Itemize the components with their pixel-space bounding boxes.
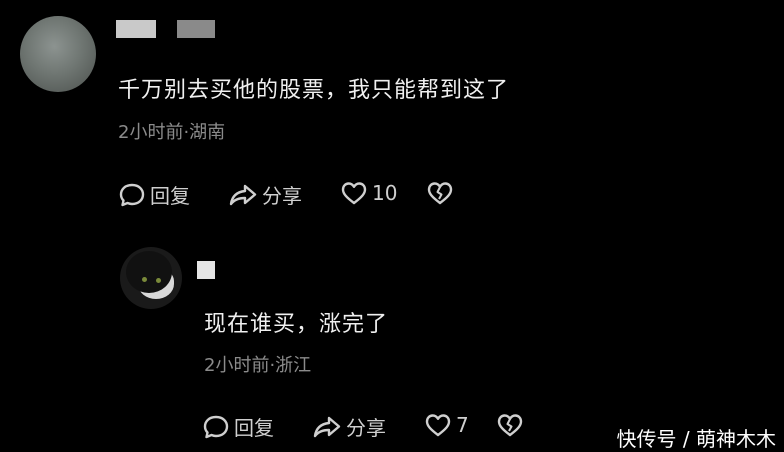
share-arrow-icon — [313, 416, 341, 437]
comment-2-username-blurred[interactable] — [197, 261, 215, 279]
comment-1-meta: 2小时前·湖南 — [118, 122, 226, 143]
heart-icon — [341, 182, 367, 205]
speech-bubble-icon — [119, 183, 145, 206]
comment-2-like-button[interactable]: 7 — [424, 412, 469, 438]
comment-2-share-label: 分享 — [346, 416, 386, 440]
watermark: 快传号 / 萌神木木 — [616, 427, 776, 451]
comment-2-meta: 2小时前·浙江 — [204, 355, 312, 376]
comment-1-username-blurred-2[interactable] — [177, 20, 215, 38]
comment-1-text: 千万别去买他的股票，我只能帮到这了 — [118, 78, 510, 103]
comment-2-reply-button[interactable]: 回复 — [202, 412, 274, 441]
comment-1-share-label: 分享 — [262, 184, 302, 208]
comment-1-like-button[interactable]: 10 — [340, 180, 397, 206]
comment-2-avatar[interactable] — [120, 247, 182, 309]
comment-1-reply-button[interactable]: 回复 — [118, 180, 190, 209]
comment-2-like-count: 7 — [456, 413, 469, 437]
broken-heart-icon — [497, 414, 523, 437]
share-arrow-icon — [229, 184, 257, 205]
comment-1-dislike-button[interactable] — [426, 180, 458, 206]
comment-2-text: 现在谁买，涨完了 — [204, 312, 389, 337]
speech-bubble-icon — [203, 415, 229, 438]
comment-2-reply-label: 回复 — [234, 416, 274, 440]
comment-1-like-count: 10 — [372, 181, 398, 205]
comment-1-share-button[interactable]: 分享 — [228, 180, 302, 209]
comment-1-username-blurred[interactable] — [116, 20, 156, 38]
comment-2-share-button[interactable]: 分享 — [312, 412, 386, 441]
broken-heart-icon — [427, 182, 453, 205]
comment-2-dislike-button[interactable] — [496, 412, 528, 438]
comment-1-reply-label: 回复 — [150, 184, 190, 208]
comment-1-avatar[interactable] — [20, 16, 96, 92]
heart-icon — [425, 414, 451, 437]
